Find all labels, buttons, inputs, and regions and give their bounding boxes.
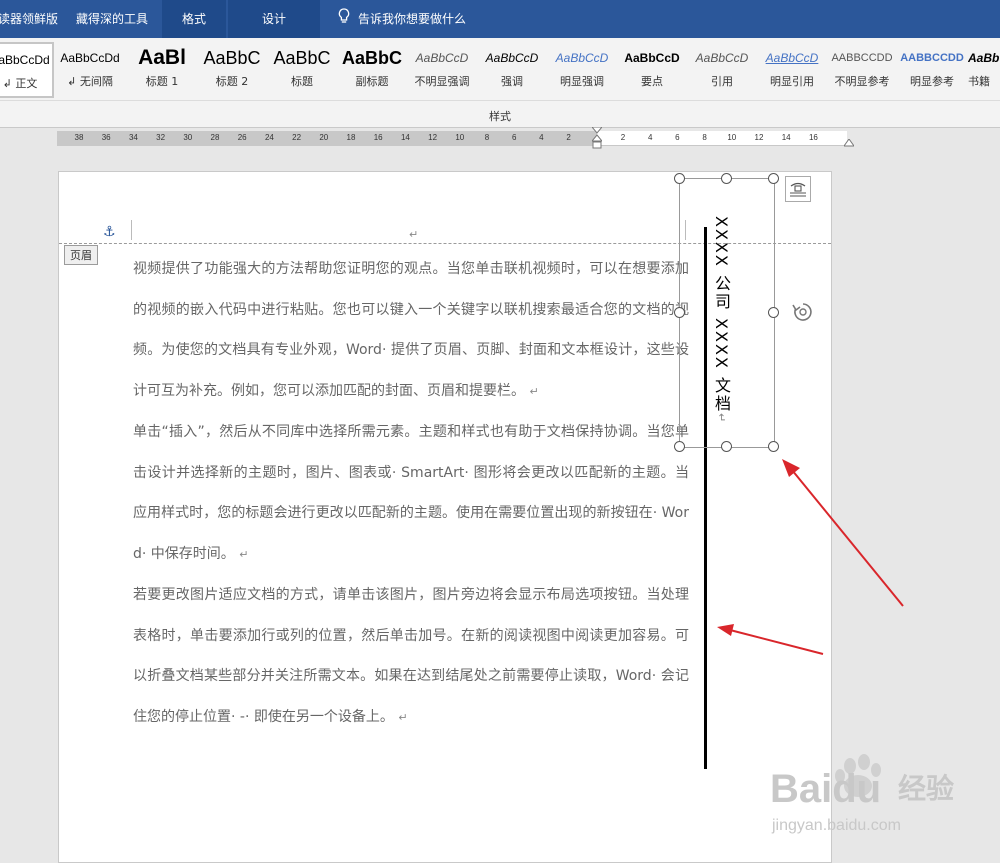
watermark-brand-cn: 经验 [898,772,954,804]
watermark-brand: Baidu [770,767,881,811]
watermark-url: jingyan.baidu.com [771,817,901,834]
arrow-to-line [717,624,824,655]
arrow-to-textbox [782,459,904,607]
annotation-arrows [717,459,904,655]
baidu-watermark: Baidu 经验 jingyan.baidu.com [770,748,1000,852]
